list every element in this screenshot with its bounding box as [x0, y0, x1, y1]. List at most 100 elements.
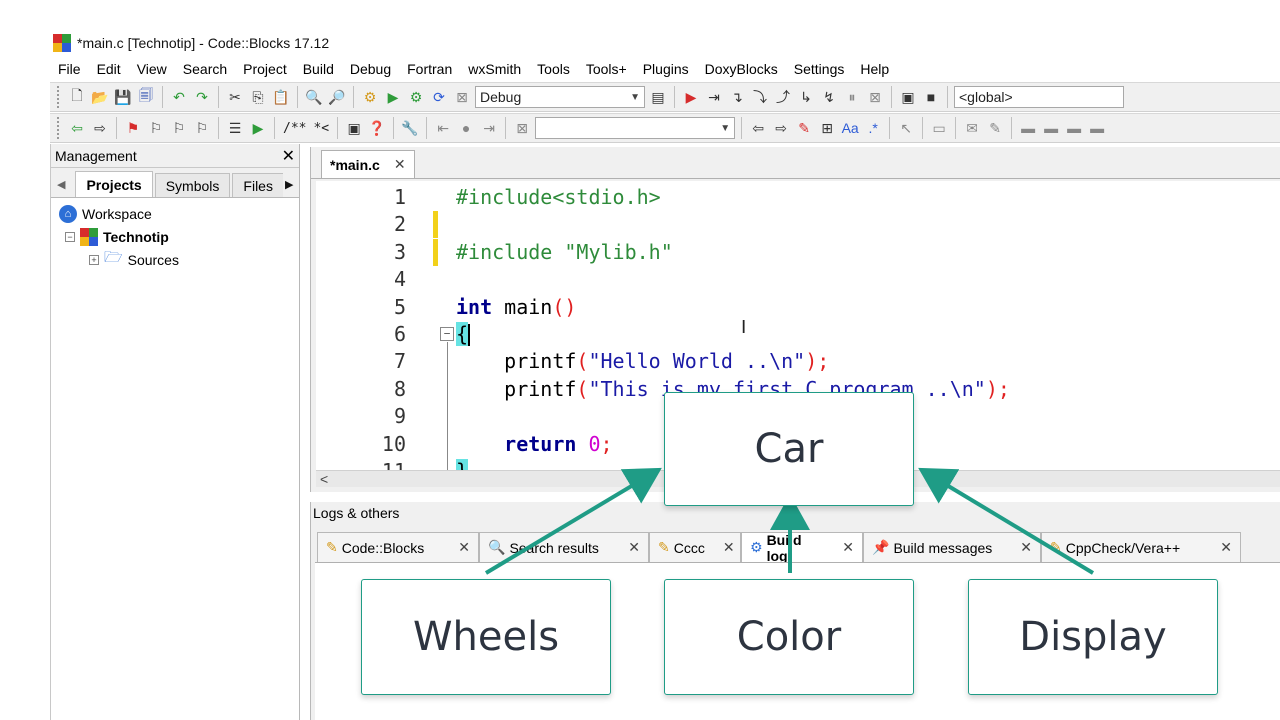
doxy-extract-icon[interactable]: ☰ — [225, 118, 245, 138]
close-icon[interactable]: ✕ — [282, 146, 295, 166]
menu-file[interactable]: File — [50, 57, 89, 81]
rebuild-icon[interactable]: ⟳ — [429, 87, 449, 107]
next-instruction-icon[interactable]: ↳ — [796, 87, 816, 107]
bookmark-prev-icon[interactable]: ⚐ — [146, 118, 166, 138]
debug-info-icon[interactable]: ■ — [921, 87, 941, 107]
doxy-run-icon[interactable]: ▶ — [248, 118, 268, 138]
jump-back-icon[interactable]: ⇤ — [433, 118, 453, 138]
undo-icon[interactable]: ↶ — [169, 87, 189, 107]
redo-icon[interactable]: ↷ — [192, 87, 212, 107]
line-number[interactable]: 8 — [346, 376, 406, 403]
close-icon[interactable]: ✕ — [458, 539, 470, 556]
panel-icon[interactable]: ▬ — [1087, 118, 1107, 138]
debug-windows-icon[interactable]: ▣ — [898, 87, 918, 107]
wrench-icon[interactable]: 🔧 — [400, 118, 420, 138]
debug-run-icon[interactable]: ▶ — [681, 87, 701, 107]
build-run-icon[interactable]: ⚙ — [406, 87, 426, 107]
menu-debug[interactable]: Debug — [342, 57, 399, 81]
code-line[interactable]: 5 int main() — [316, 294, 1280, 321]
code-line[interactable]: 2 — [316, 211, 1280, 239]
menu-fortran[interactable]: Fortran — [399, 57, 460, 81]
tab-cccc[interactable]: ✎ Cccc ✕ — [649, 532, 741, 562]
step-into-icon[interactable]: ⤵ — [750, 87, 770, 107]
line-number[interactable]: 2 — [346, 211, 406, 238]
menu-search[interactable]: Search — [175, 57, 235, 81]
close-icon[interactable]: ✕ — [723, 539, 735, 556]
search-prev-icon[interactable]: ⇦ — [748, 118, 768, 138]
close-icon[interactable]: ✕ — [842, 539, 854, 556]
pause-icon[interactable]: ⏸ — [842, 87, 862, 107]
menu-tools[interactable]: Tools — [529, 57, 578, 81]
line-number[interactable]: 11 — [346, 458, 406, 470]
jump-dot-icon[interactable]: ● — [456, 118, 476, 138]
close-icon[interactable]: ✕ — [628, 539, 640, 556]
menu-settings[interactable]: Settings — [786, 57, 853, 81]
regex-icon[interactable]: .* — [863, 118, 883, 138]
envelope-icon[interactable]: ✉ — [962, 118, 982, 138]
tree-item-sources[interactable]: + 🗁 Sources — [59, 248, 299, 271]
clear-search-icon[interactable]: ⊠ — [512, 118, 532, 138]
tab-main-c[interactable]: *main.c ✕ — [321, 150, 415, 178]
code-line[interactable]: 6{ — [316, 321, 1280, 348]
menu-help[interactable]: Help — [852, 57, 897, 81]
target-options-icon[interactable]: ▤ — [648, 87, 668, 107]
edit-box-icon[interactable]: ✎ — [985, 118, 1005, 138]
menu-doxyblocks[interactable]: DoxyBlocks — [697, 57, 786, 81]
menu-edit[interactable]: Edit — [89, 57, 129, 81]
toolbar-grip[interactable] — [57, 117, 61, 139]
line-number[interactable]: 6 — [346, 321, 406, 348]
panel-icon[interactable]: ▬ — [1018, 118, 1038, 138]
abort-icon[interactable]: ⊠ — [452, 87, 472, 107]
menu-view[interactable]: View — [129, 57, 175, 81]
code-line[interactable]: 4 — [316, 266, 1280, 293]
code-line[interactable]: 1 #include<stdio.h> — [316, 184, 1280, 211]
tab-scroll-left-icon[interactable]: ◀ — [57, 178, 65, 191]
next-line-icon[interactable]: ↴ — [727, 87, 747, 107]
save-icon[interactable]: 💾 — [113, 87, 133, 107]
line-number[interactable]: 3 — [346, 239, 406, 266]
run-to-cursor-icon[interactable]: ⇥ — [704, 87, 724, 107]
incremental-search-input[interactable]: ▼ — [535, 117, 736, 139]
tree-item-workspace[interactable]: ⌂ Workspace — [59, 202, 299, 225]
run-icon[interactable]: ▶ — [383, 87, 403, 107]
bookmark-toggle-icon[interactable]: ⚑ — [123, 118, 143, 138]
tab-scroll-right-icon[interactable]: ▶ — [285, 178, 293, 191]
close-icon[interactable]: ✕ — [1220, 539, 1232, 556]
tab-code-blocks[interactable]: ✎ Code::Blocks ✕ — [317, 532, 479, 562]
find-icon[interactable]: 🔍 — [304, 87, 324, 107]
menu-project[interactable]: Project — [235, 57, 295, 81]
menu-wxsmith[interactable]: wxSmith — [460, 57, 529, 81]
replace-icon[interactable]: 🔎 — [327, 87, 347, 107]
open-folder-icon[interactable]: 📂 — [90, 87, 110, 107]
match-case-icon[interactable]: Aa — [840, 118, 860, 138]
bookmark-clear-icon[interactable]: ⚐ — [192, 118, 212, 138]
jump-forward-icon[interactable]: ⇥ — [479, 118, 499, 138]
code-line[interactable]: 3 #include "Mylib.h" — [316, 238, 1280, 266]
stop-debug-icon[interactable]: ⊠ — [865, 87, 885, 107]
selected-text-icon[interactable]: ⊞ — [817, 118, 837, 138]
tab-projects[interactable]: Projects — [75, 171, 153, 197]
tab-build-log[interactable]: ⚙ Build log ✕ — [741, 532, 863, 564]
line-number[interactable]: 1 — [346, 184, 406, 211]
tab-files[interactable]: Files — [232, 173, 283, 197]
menu-plugins[interactable]: Plugins — [635, 57, 697, 81]
doxy-block-comment-button[interactable]: /** — [281, 121, 308, 136]
html-doc-icon[interactable]: ▣ — [344, 118, 364, 138]
doxy-line-comment-button[interactable]: *< — [311, 121, 331, 136]
pointer-icon[interactable]: ↖ — [896, 118, 916, 138]
copy-icon[interactable]: ⎘ — [248, 87, 268, 107]
back-arrow-icon[interactable]: ⇦ — [67, 118, 87, 138]
line-number[interactable]: 10 — [346, 431, 406, 458]
tree-item-project[interactable]: − Technotip — [59, 225, 299, 248]
search-next-icon[interactable]: ⇨ — [771, 118, 791, 138]
fold-collapse-icon[interactable]: − — [440, 327, 454, 341]
chm-doc-icon[interactable]: ❓ — [367, 118, 387, 138]
paste-icon[interactable]: 📋 — [271, 87, 291, 107]
toolbar-grip[interactable] — [57, 86, 61, 108]
close-icon[interactable]: ✕ — [1020, 539, 1032, 556]
collapse-icon[interactable]: − — [65, 231, 75, 242]
scroll-left-icon[interactable]: < — [320, 471, 328, 487]
build-target-select[interactable]: Debug ▼ — [475, 86, 645, 108]
line-number[interactable]: 5 — [346, 294, 406, 321]
panel-icon[interactable]: ▬ — [1041, 118, 1061, 138]
